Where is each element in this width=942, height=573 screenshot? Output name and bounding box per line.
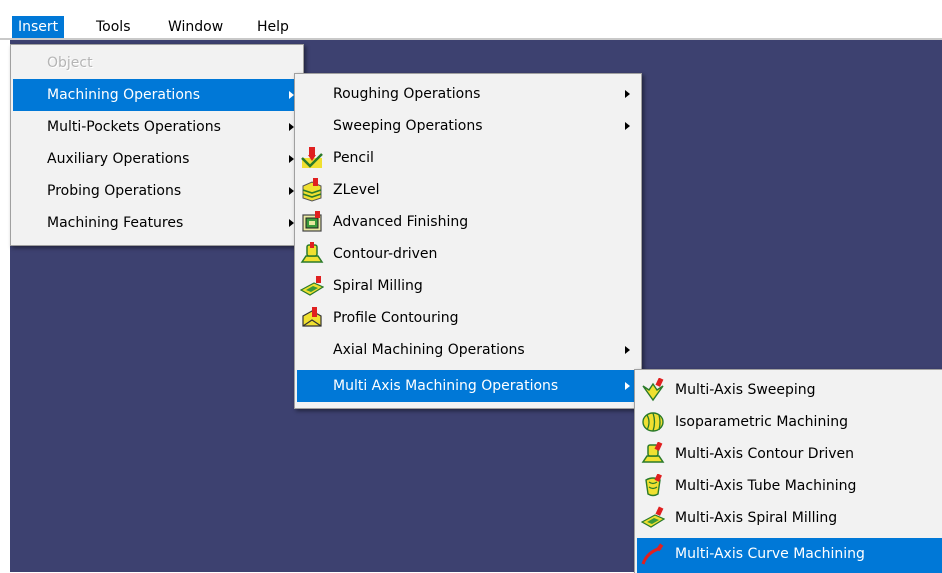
menubar-insert[interactable]: Insert [12, 16, 65, 39]
multi-axis-spiral-milling-icon [641, 506, 665, 528]
menu-item-axial-machining-operations[interactable]: Axial Machining Operations [297, 334, 639, 366]
submenu-arrow-icon [625, 122, 630, 130]
pencil-icon [301, 147, 323, 168]
menu-item-multi-axis-spiral-milling[interactable]: Multi-Axis Spiral Milling [637, 502, 942, 534]
submenu-arrow-icon [625, 90, 630, 98]
multi-axis-curve-machining-icon [641, 543, 664, 565]
menu-item-multi-pockets-operations[interactable]: Multi-Pockets Operations [13, 111, 301, 143]
menu-item-multi-axis-contour-driven[interactable]: Multi-Axis Contour Driven [637, 438, 942, 470]
viewport-left-edge [0, 40, 10, 572]
spiral-milling-icon [300, 276, 324, 296]
zlevel-icon [302, 178, 322, 202]
menu-item-spiral-milling[interactable]: Spiral Milling [297, 270, 639, 302]
menu-item-sweeping-operations[interactable]: Sweeping Operations [297, 110, 639, 142]
contour-driven-icon [300, 242, 324, 263]
menu-item-isoparametric-machining[interactable]: Isoparametric Machining [637, 406, 942, 438]
menubar-help[interactable]: Help [251, 16, 295, 39]
menu-item-auxiliary-operations[interactable]: Auxiliary Operations [13, 143, 301, 175]
menubar-separator [0, 38, 942, 40]
menu-item-multi-axis-curve-machining[interactable]: Multi-Axis Curve Machining [637, 538, 942, 573]
submenu-arrow-icon [625, 346, 630, 354]
menu-item-profile-contouring[interactable]: Profile Contouring [297, 302, 639, 334]
menu-item-contour-driven[interactable]: Contour-driven [297, 238, 639, 270]
menu-item-advanced-finishing[interactable]: Advanced Finishing [297, 206, 639, 238]
menubar-window[interactable]: Window [162, 16, 229, 39]
multi-axis-machining-submenu: Multi-Axis Sweeping Isoparametric Machin… [634, 369, 942, 573]
isoparametric-machining-icon [642, 412, 664, 432]
advanced-finishing-icon [302, 211, 322, 232]
multi-axis-contour-driven-icon [641, 442, 665, 463]
machining-operations-submenu: Roughing Operations Sweeping Operations … [294, 73, 642, 409]
multi-axis-tube-machining-icon [645, 474, 662, 497]
menu-item-probing-operations[interactable]: Probing Operations [13, 175, 301, 207]
menu-item-roughing-operations[interactable]: Roughing Operations [297, 78, 639, 110]
menu-item-machining-operations[interactable]: Machining Operations [13, 79, 301, 111]
menu-item-pencil[interactable]: Pencil [297, 142, 639, 174]
menubar-tools[interactable]: Tools [90, 16, 137, 39]
profile-contouring-icon [302, 307, 322, 327]
menu-item-multi-axis-machining-operations[interactable]: Multi Axis Machining Operations [297, 370, 639, 402]
menu-item-machining-features[interactable]: Machining Features [13, 207, 301, 239]
multi-axis-sweeping-icon [642, 378, 664, 402]
submenu-arrow-icon [625, 382, 630, 390]
menu-bar: Insert Tools Window Help [0, 0, 942, 40]
menu-item-multi-axis-sweeping[interactable]: Multi-Axis Sweeping [637, 374, 942, 406]
insert-menu: Object Machining Operations Multi-Pocket… [10, 44, 304, 246]
menu-item-zlevel[interactable]: ZLevel [297, 174, 639, 206]
menu-item-object: Object [47, 55, 93, 71]
menu-item-multi-axis-tube-machining[interactable]: Multi-Axis Tube Machining [637, 470, 942, 502]
